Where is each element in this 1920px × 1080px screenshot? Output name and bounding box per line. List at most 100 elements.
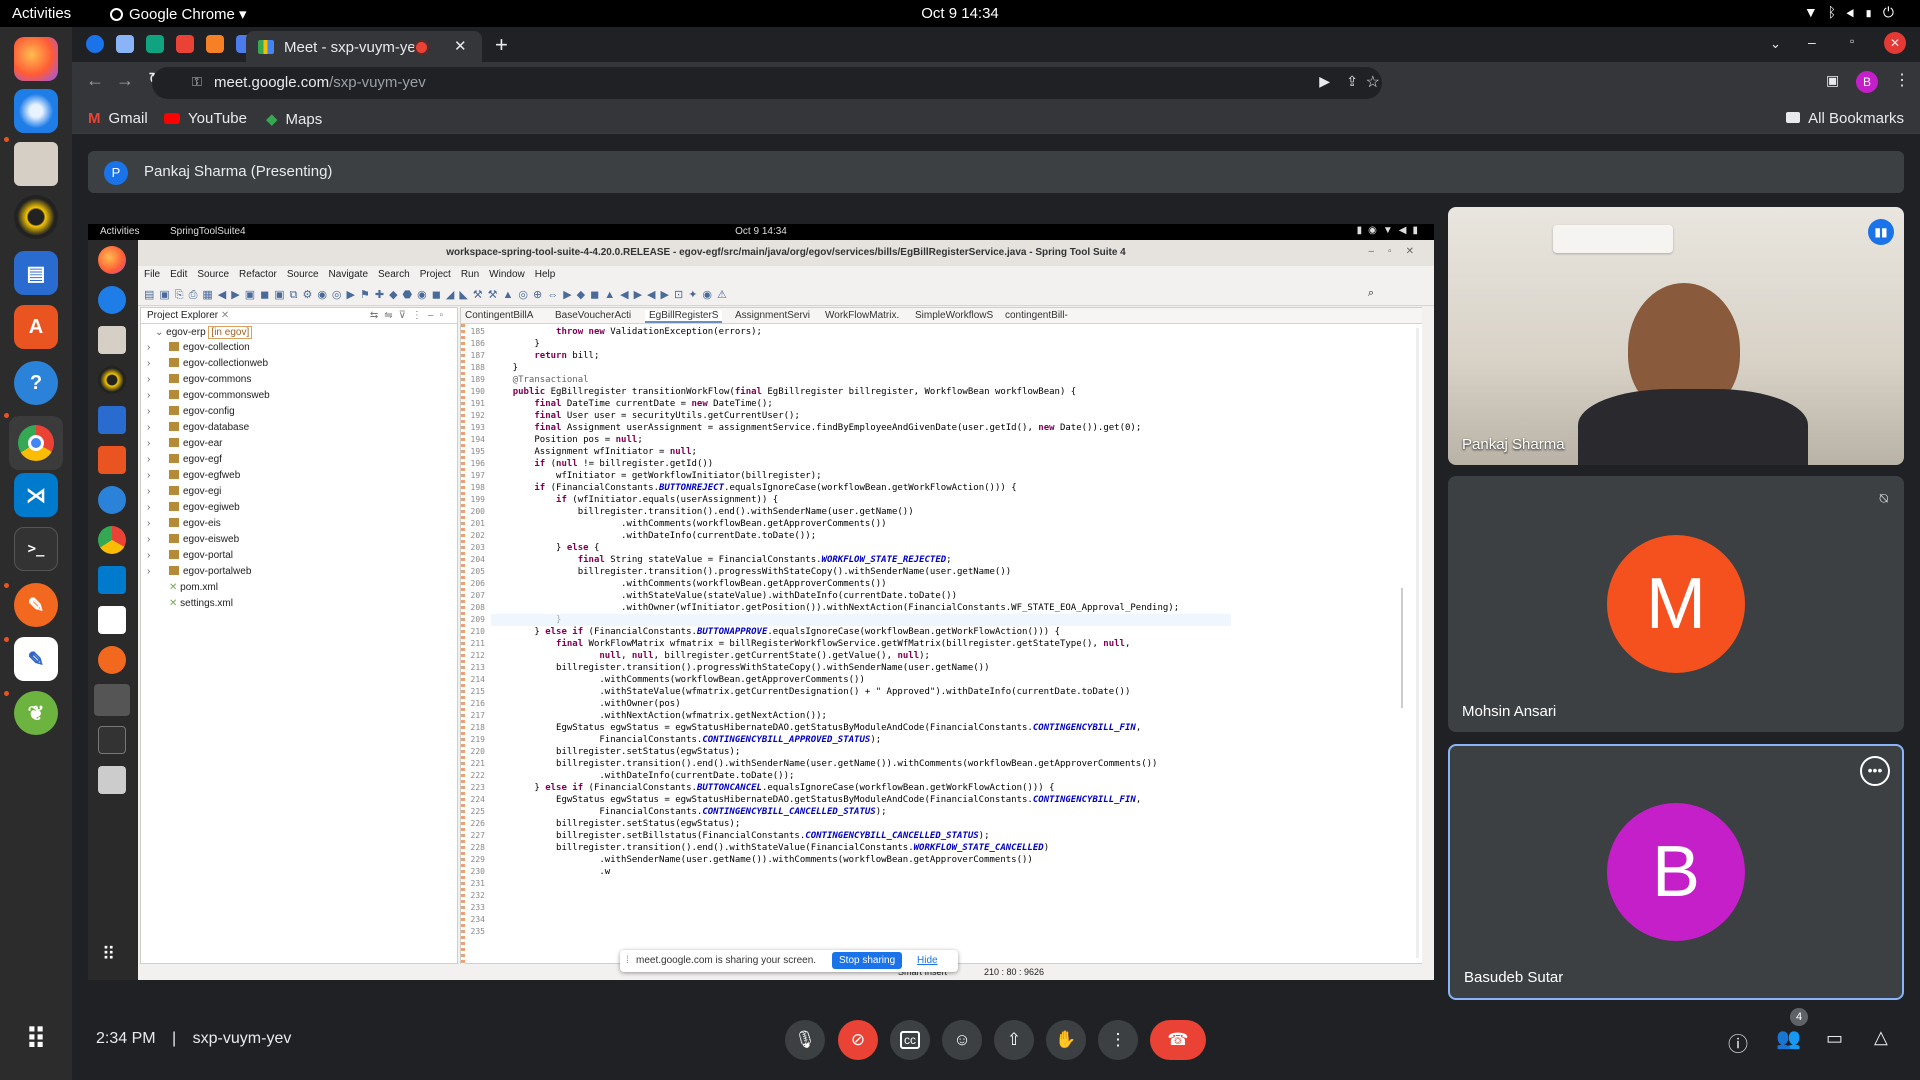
editor-tab[interactable]: AssignmentServi	[735, 310, 810, 321]
chrome-menu-icon[interactable]: ⋮	[1894, 70, 1910, 90]
more-options-button[interactable]: ⋮	[1098, 1020, 1138, 1060]
code-line: FinancialConstants.CONTINGENCYBILL_APPRO…	[491, 735, 882, 745]
participant-tile-3[interactable]: ••• B Basudeb Sutar	[1448, 744, 1904, 1000]
file-name: settings.xml	[180, 598, 233, 609]
line-number: 206	[470, 579, 485, 588]
gmail-tab[interactable]	[176, 35, 194, 53]
line-number: 211	[470, 639, 485, 648]
drag-handle-icon[interactable]: ⁞	[626, 955, 629, 966]
bookmark-youtube[interactable]: YouTube	[164, 110, 247, 127]
system-tray[interactable]: ▼ᛒ◀▮⏻	[1804, 4, 1904, 21]
postman-icon[interactable]: ✎	[14, 583, 58, 627]
pinned-tab-1[interactable]	[86, 35, 104, 53]
project-node[interactable]: egov-database	[141, 420, 457, 436]
minimize-icon[interactable]: –	[1808, 34, 1816, 50]
terminal-icon[interactable]: >_	[14, 527, 58, 571]
pinned-tab-5[interactable]	[206, 35, 224, 53]
activities-icon[interactable]: △	[1874, 1027, 1888, 1048]
raise-hand-button[interactable]: ✋	[1046, 1020, 1086, 1060]
meeting-time: 2:34 PM	[96, 1030, 156, 1047]
vscode-icon[interactable]: ⋊	[14, 473, 58, 517]
stop-sharing-button[interactable]: Stop sharing	[832, 952, 903, 969]
new-tab-button[interactable]: +	[495, 32, 508, 58]
people-icon[interactable]: 👥	[1776, 1026, 1801, 1051]
project-node[interactable]: egov-egf	[141, 452, 457, 468]
camera-off-icon: ⊘	[850, 1030, 866, 1049]
share-icon[interactable]: ⇪	[1346, 73, 1358, 90]
pinned-tab-3[interactable]	[146, 35, 164, 53]
editor-tab[interactable]: BaseVoucherActi	[555, 310, 631, 321]
editor-tab[interactable]: SimpleWorkflowS	[915, 310, 993, 321]
tab-meet[interactable]: Meet - sxp-vuym-yev ✕	[246, 31, 482, 63]
chrome-dock-icon[interactable]	[9, 416, 63, 470]
folder-icon	[169, 406, 179, 415]
code-line: return bill;	[534, 351, 600, 361]
project-node[interactable]: egov-collection	[141, 340, 457, 356]
project-node[interactable]: egov-eis	[141, 516, 457, 532]
firefox-icon[interactable]	[14, 37, 58, 81]
side-panel-icon[interactable]: ▣	[1826, 72, 1839, 89]
reactions-button[interactable]: ☺	[942, 1020, 982, 1060]
participant-tile-1[interactable]: ▮▮ Pankaj Sharma	[1448, 207, 1904, 465]
line-number: 199	[470, 495, 485, 504]
project-node[interactable]: egov-egiweb	[141, 500, 457, 516]
app-center-icon[interactable]: A	[14, 305, 58, 349]
forward-icon[interactable]: →	[116, 70, 134, 91]
pinned-tab-2[interactable]	[116, 35, 134, 53]
maximize-icon[interactable]: ▫	[1850, 34, 1854, 48]
more-options-icon[interactable]: •••	[1860, 756, 1890, 786]
bookmark-star-icon[interactable]: ☆	[1366, 72, 1380, 92]
mic-button[interactable]: 🎙	[785, 1020, 825, 1060]
all-bookmarks[interactable]: All Bookmarks	[1786, 110, 1904, 127]
site-info-icon[interactable]: ⚿	[192, 74, 202, 90]
back-icon[interactable]: ←	[86, 70, 104, 91]
bookmark-gmail[interactable]: M Gmail	[88, 110, 148, 127]
meeting-details-icon[interactable]: ⓘ	[1728, 1028, 1748, 1057]
text-editor-icon[interactable]: ✎	[14, 637, 58, 681]
bookmark-maps[interactable]: ◆ Maps	[266, 110, 322, 128]
project-node[interactable]: egov-portal	[141, 548, 457, 564]
help-icon[interactable]: ?	[14, 361, 58, 405]
close-window-icon[interactable]: ✕	[1884, 32, 1906, 54]
rhythmbox-icon[interactable]	[14, 195, 58, 239]
spring-tool-suite-icon[interactable]: ❦	[14, 691, 58, 735]
address-bar[interactable]: ⚿ meet.google.com/sxp-vuym-yev ▶ ⇪ ☆	[152, 67, 1382, 99]
system-clock[interactable]: Oct 9 14:34	[0, 5, 1920, 22]
project-node[interactable]: egov-egfweb	[141, 468, 457, 484]
hide-button[interactable]: Hide	[917, 955, 938, 966]
menu-edit: Edit	[170, 269, 188, 280]
project-node[interactable]: egov-portalweb	[141, 564, 457, 580]
project-node[interactable]: egov-commonsweb	[141, 388, 457, 404]
chat-icon[interactable]: ▭	[1826, 1028, 1843, 1049]
thunderbird-icon[interactable]	[14, 89, 58, 133]
writer-icon[interactable]: ▤	[14, 251, 58, 295]
editor-tab[interactable]: ContingentBillA	[465, 310, 533, 321]
project-node[interactable]: egov-collectionweb	[141, 356, 457, 372]
line-number: 204	[470, 555, 485, 564]
present-button[interactable]: ⇧	[994, 1020, 1034, 1060]
captions-button[interactable]: cc	[890, 1020, 930, 1060]
project-node[interactable]: egov-config	[141, 404, 457, 420]
profile-avatar[interactable]: B	[1856, 71, 1878, 93]
tab-search-icon[interactable]: ⌄	[1770, 36, 1781, 52]
project-node[interactable]: egov-eisweb	[141, 532, 457, 548]
show-apps-icon[interactable]: ⠿	[14, 1017, 58, 1061]
editor-tab[interactable]: WorkFlowMatrix.	[825, 310, 899, 321]
project-node[interactable]: egov-ear	[141, 436, 457, 452]
code-line: billregister.transition().end().withSend…	[491, 507, 914, 517]
leave-call-button[interactable]: ☎	[1150, 1020, 1206, 1060]
line-number: 188	[470, 363, 485, 372]
project-node[interactable]: egov-commons	[141, 372, 457, 388]
camera-off-button[interactable]: ⊘	[838, 1020, 878, 1060]
files-icon[interactable]	[14, 142, 58, 186]
menu-search: Search	[378, 269, 410, 280]
camera-in-use-icon[interactable]: ▶	[1319, 73, 1330, 90]
root-branch: [in egov]	[208, 326, 253, 339]
participant-tile-2[interactable]: ⍉ M Mohsin Ansari	[1448, 476, 1904, 732]
editor-tab[interactable]: EgBillRegisterS	[645, 310, 723, 323]
folder-icon	[169, 454, 179, 463]
menu-items: File Edit Source Refactor Source Navigate Sear…	[144, 269, 555, 280]
editor-tab[interactable]: contingentBill-	[1005, 310, 1068, 321]
close-tab-icon[interactable]: ✕	[454, 37, 467, 55]
project-node[interactable]: egov-egi	[141, 484, 457, 500]
